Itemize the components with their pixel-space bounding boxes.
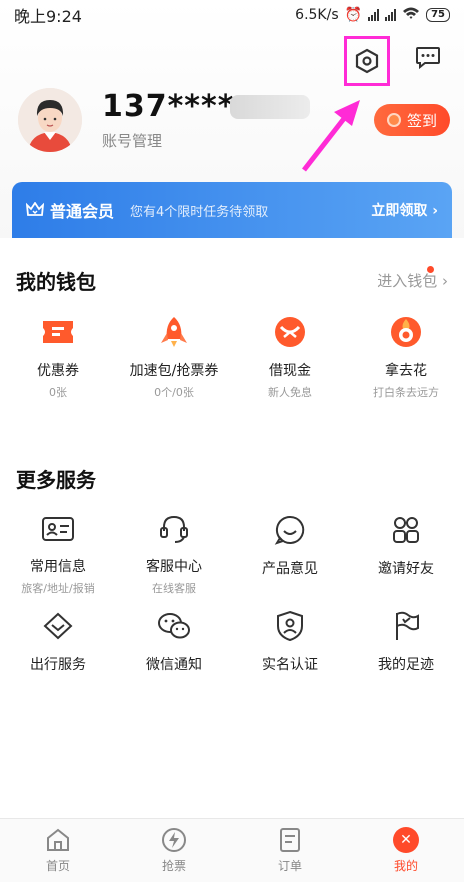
masked-number [230,94,311,119]
service-item-label: 客服中心 [146,559,202,575]
signal-icon-2 [385,9,397,21]
wallet-item-sub: 0张 [49,386,67,399]
messages-button[interactable] [408,36,448,80]
wallet-item-coupon[interactable]: 优惠券 0张 [0,310,116,422]
wallet-title: 我的钱包 [16,269,96,294]
service-item-label: 邀请好友 [378,561,434,577]
tab-orders[interactable]: 订单 [232,819,348,882]
users-icon [384,508,428,552]
service-item-label: 出行服务 [30,657,86,673]
smile-bubble-icon [268,508,312,552]
enter-wallet-label: 进入钱包 › [377,271,448,290]
status-time: 晚上9:24 [14,7,82,26]
service-item-invite[interactable]: 邀请好友 [348,500,464,596]
wallet-item-label: 拿去花 [385,363,427,379]
notification-dot [427,265,434,273]
wallet-item-boost[interactable]: 加速包/抢票券 0个/0张 [116,310,232,422]
services-title: 更多服务 [16,467,96,492]
tab-label: 首页 [45,859,70,873]
bottom-tab-bar: 首页 抢票 订单 ✕ 我的 [0,818,464,882]
service-item-wechat[interactable]: 微信通知 [116,596,232,692]
member-desc: 您有4个限时任务待领取 [130,204,269,220]
coin-purse-icon [268,310,312,354]
service-item-footprint[interactable]: 我的足迹 [348,596,464,692]
service-item-verification[interactable]: 实名认证 [232,596,348,692]
tab-home[interactable]: 首页 [0,819,116,882]
service-item-label: 常用信息 [30,559,86,575]
wallet-item-sub: 0个/0张 [154,386,194,399]
tab-mine[interactable]: ✕ 我的 [348,819,464,882]
rocket-icon [152,310,196,354]
wechat-icon [152,604,196,648]
wallet-grid: 优惠券 0张 加速包/抢票券 0个/0张 借现金 新人免息 拿去花 打白条去远方 [0,302,464,422]
services-header: 更多服务 [0,456,464,500]
signal-icon [368,9,380,21]
alarm-icon: ⏰ [344,7,363,23]
service-item-label: 我的足迹 [378,657,434,673]
service-item-label: 产品意见 [262,561,318,577]
wallet-item-label: 借现金 [269,363,311,379]
user-profile[interactable]: 137**** 账号管理 [18,88,311,152]
flower-icon [384,310,428,354]
tab-label: 订单 [277,859,302,873]
member-cta[interactable]: 立即领取 › [371,200,438,220]
account-manage-link[interactable]: 账号管理 [102,130,310,151]
service-item-sub: 在线客服 [152,582,196,595]
headset-icon [152,508,196,550]
diamond-icon [36,604,80,648]
home-icon [47,828,69,851]
service-item-customer-service[interactable]: 客服中心 在线客服 [116,500,232,596]
main-content: 我的钱包 进入钱包 › 优惠券 0张 加速包/抢票券 0个/0张 借现金 新人免 [0,238,464,818]
wallet-item-cash[interactable]: 借现金 新人免息 [232,310,348,422]
enter-wallet-link[interactable]: 进入钱包 › [377,265,448,291]
service-item-feedback[interactable]: 产品意见 [232,500,348,596]
message-icon [416,47,440,70]
lightning-icon [162,828,186,852]
checkin-label: 签到 [406,111,437,130]
services-grid: 常用信息 旅客/地址/报销 客服中心 在线客服 产品意见 邀请好友 出行服务 微… [0,500,464,692]
crown-icon [26,202,44,216]
checkin-button[interactable]: 签到 [374,104,450,136]
id-card-icon [36,508,80,550]
flag-icon [384,604,428,648]
service-item-label: 微信通知 [146,657,202,673]
avatar[interactable] [18,88,82,152]
service-item-sub: 旅客/地址/报销 [21,582,95,595]
service-item-label: 实名认证 [262,657,318,673]
wallet-item-label: 优惠券 [37,363,79,379]
wallet-item-pay-later[interactable]: 拿去花 打白条去远方 [348,310,464,422]
service-item-travel[interactable]: 出行服务 [0,596,116,692]
tab-grab-tickets[interactable]: 抢票 [116,819,232,882]
settings-icon [355,48,379,74]
phone-number-text: 137**** [102,89,235,124]
wallet-item-sub: 新人免息 [268,386,312,399]
wallet-item-label: 加速包/抢票券 [129,363,219,379]
phone-number: 137**** [102,89,311,124]
wallet-header: 我的钱包 进入钱包 › [0,258,464,302]
shield-user-icon [268,604,312,648]
battery-icon: 75 [426,8,450,22]
wallet-item-sub: 打白条去远方 [373,386,439,399]
ticket-icon [36,310,80,354]
settings-button[interactable] [344,36,390,86]
wifi-icon [402,6,420,24]
member-title: 普通会员 [50,202,115,221]
network-speed: 6.5K/s [295,7,339,23]
coin-icon [386,113,401,127]
tab-label: 我的 [393,859,418,873]
mine-active-icon: ✕ [393,827,419,853]
order-list-icon [280,828,300,852]
tab-label: 抢票 [161,859,186,873]
status-indicators: 6.5K/s ⏰ 75 [295,6,450,24]
top-action-icons [344,36,448,86]
member-banner[interactable]: 普通会员 您有4个限时任务待领取 立即领取 › [12,182,452,238]
status-bar: 晚上9:24 6.5K/s ⏰ 75 [0,0,464,30]
service-item-common-info[interactable]: 常用信息 旅客/地址/报销 [0,500,116,596]
